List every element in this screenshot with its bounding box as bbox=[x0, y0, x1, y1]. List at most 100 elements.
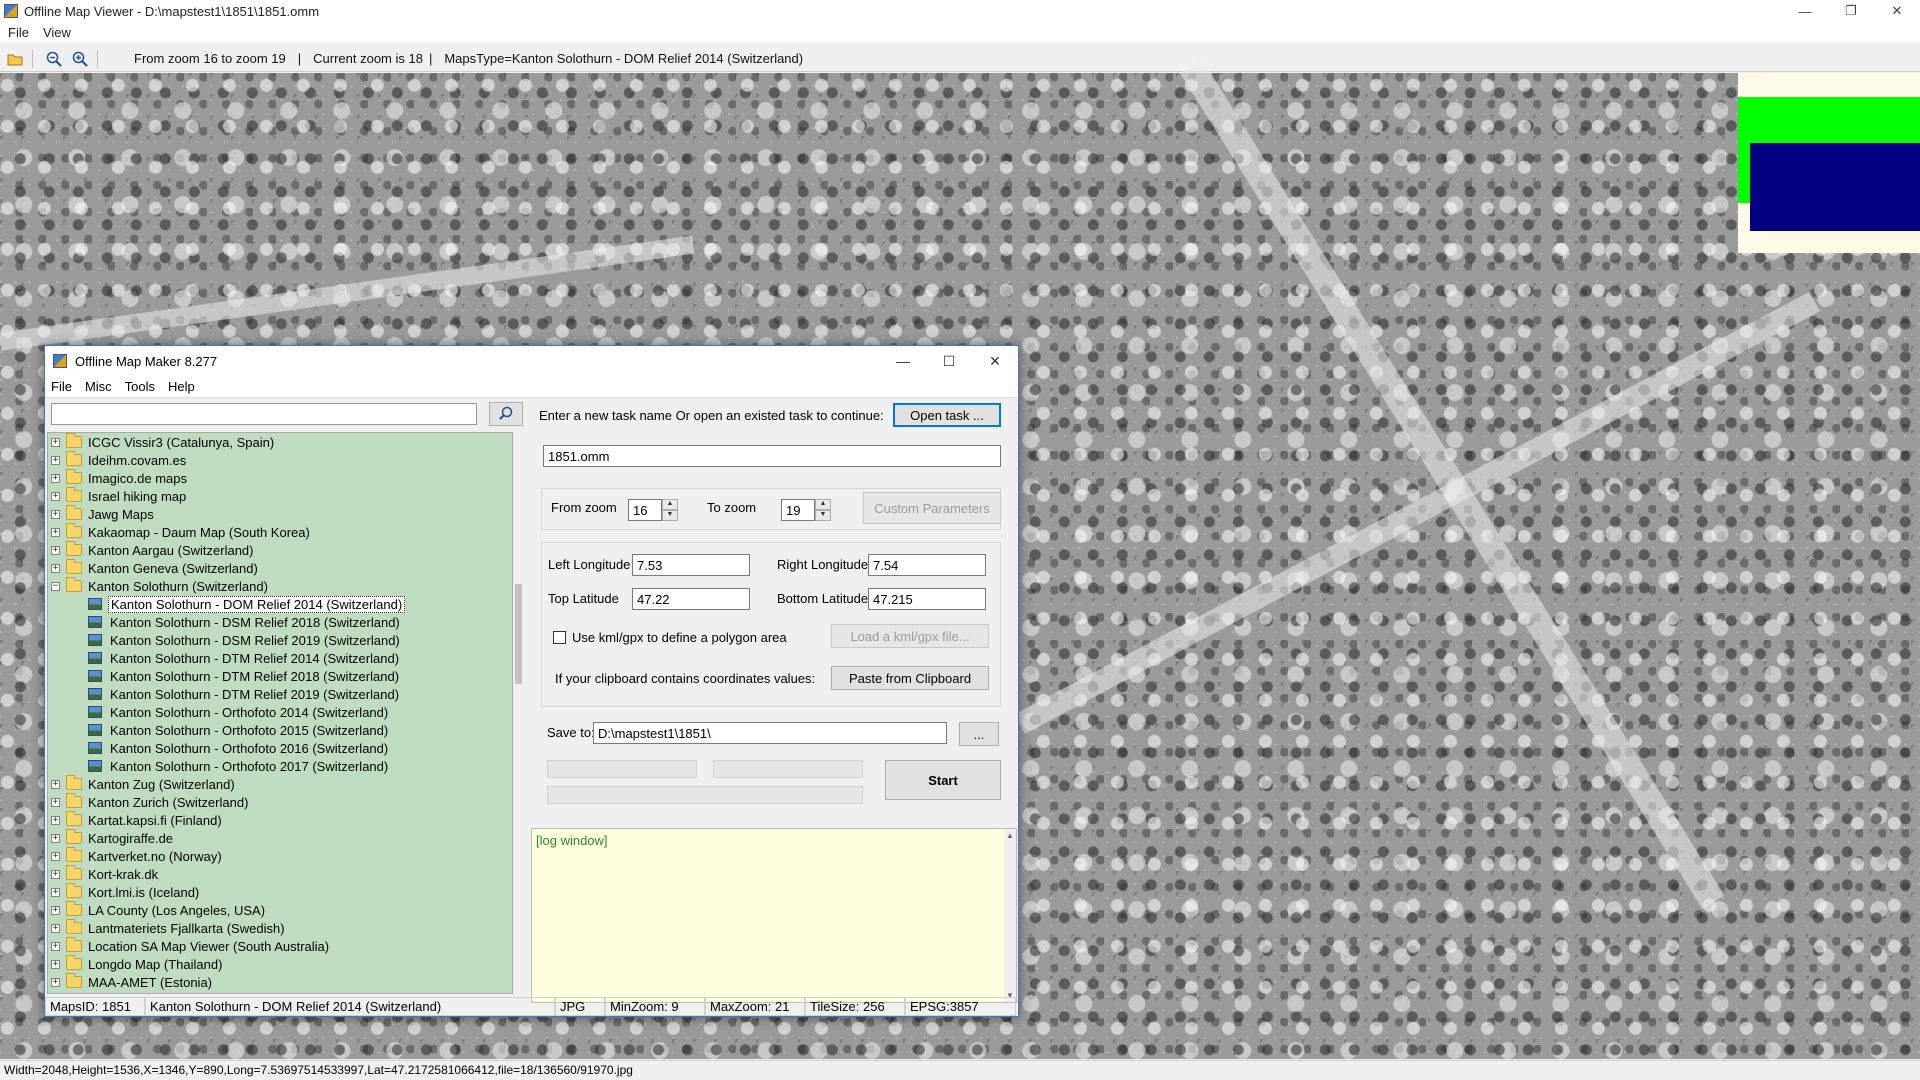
expander-icon[interactable]: + bbox=[51, 923, 60, 933]
tree-node[interactable]: + LA County (Los Angeles, USA) bbox=[48, 901, 512, 919]
task-name-input[interactable] bbox=[543, 445, 1001, 467]
spin-up-icon[interactable]: ▲ bbox=[815, 499, 831, 510]
expander-icon[interactable]: + bbox=[51, 887, 60, 897]
expander-icon[interactable]: + bbox=[51, 527, 60, 537]
maximize-icon[interactable]: ☐ bbox=[926, 346, 972, 376]
expander-icon[interactable]: + bbox=[51, 959, 60, 969]
tree-node[interactable]: + Kartverket.no (Norway) bbox=[48, 847, 512, 865]
load-kml-button[interactable]: Load a kml/gpx file... bbox=[831, 624, 989, 648]
zoom-out-icon[interactable] bbox=[43, 48, 65, 70]
open-task-button[interactable]: Open task ... bbox=[893, 403, 1001, 427]
expander-icon[interactable]: + bbox=[51, 797, 60, 807]
tree-node[interactable]: + Kort.lmi.is (Iceland) bbox=[48, 883, 512, 901]
expander-icon[interactable]: + bbox=[51, 833, 60, 843]
tree-node[interactable]: + Longdo Map (Thailand) bbox=[48, 955, 512, 973]
expander-icon[interactable]: + bbox=[51, 545, 60, 555]
scroll-up-icon[interactable]: ▲ bbox=[1006, 831, 1014, 840]
custom-parameters-button[interactable]: Custom Parameters bbox=[863, 492, 1001, 524]
log-scrollbar[interactable]: ▲ ▼ bbox=[1004, 829, 1016, 1002]
expander-icon[interactable]: + bbox=[51, 815, 60, 825]
save-to-input[interactable] bbox=[593, 722, 947, 744]
expander-icon[interactable]: + bbox=[51, 509, 60, 519]
browse-button[interactable]: ... bbox=[959, 722, 999, 746]
tree-node-label: Kartogiraffe.de bbox=[88, 830, 174, 846]
expander-icon[interactable]: + bbox=[51, 905, 60, 915]
spin-down-icon[interactable]: ▼ bbox=[815, 510, 831, 521]
minimize-icon[interactable]: — bbox=[1782, 0, 1828, 22]
tree-child-node[interactable]: Kanton Solothurn - Orthofoto 2015 (Switz… bbox=[48, 721, 512, 739]
tree-child-node[interactable]: Kanton Solothurn - Orthofoto 2014 (Switz… bbox=[48, 703, 512, 721]
tree-node[interactable]: − Kanton Solothurn (Switzerland) bbox=[48, 577, 512, 595]
close-icon[interactable]: ✕ bbox=[972, 346, 1018, 376]
dialog-title: Offline Map Maker 8.277 bbox=[75, 353, 218, 369]
tree-node[interactable]: + Lantmateriets Fjallkarta (Swedish) bbox=[48, 919, 512, 937]
tree-child-node[interactable]: Kanton Solothurn - DSM Relief 2018 (Swit… bbox=[48, 613, 512, 631]
paste-clipboard-button[interactable]: Paste from Clipboard bbox=[831, 666, 989, 690]
menu-misc[interactable]: Misc bbox=[85, 379, 112, 394]
restore-icon[interactable]: ❐ bbox=[1828, 0, 1874, 22]
tree-node[interactable]: + Kort-krak.dk bbox=[48, 865, 512, 883]
kml-polygon-checkbox[interactable] bbox=[553, 631, 566, 644]
expander-icon[interactable]: + bbox=[51, 941, 60, 951]
expander-icon[interactable]: + bbox=[51, 851, 60, 861]
expander-icon[interactable]: + bbox=[51, 437, 60, 447]
minimize-icon[interactable]: — bbox=[880, 346, 926, 376]
tree-node[interactable]: + Kakaomap - Daum Map (South Korea) bbox=[48, 523, 512, 541]
folder-icon bbox=[66, 847, 82, 862]
expander-icon[interactable]: + bbox=[51, 455, 60, 465]
tree-node[interactable]: + Jawg Maps bbox=[48, 505, 512, 523]
open-folder-icon[interactable] bbox=[4, 48, 26, 70]
tree-node[interactable]: + Location SA Map Viewer (South Australia… bbox=[48, 937, 512, 955]
tree-scrollbar[interactable] bbox=[513, 432, 524, 994]
tree-child-node[interactable]: Kanton Solothurn - Orthofoto 2017 (Switz… bbox=[48, 757, 512, 775]
expander-icon[interactable]: + bbox=[51, 491, 60, 501]
overview-minimap[interactable] bbox=[1738, 73, 1920, 253]
menu-view[interactable]: View bbox=[43, 25, 71, 40]
tree-child-node[interactable]: Kanton Solothurn - DTM Relief 2014 (Swit… bbox=[48, 649, 512, 667]
expander-icon[interactable]: + bbox=[51, 869, 60, 879]
menu-tools[interactable]: Tools bbox=[125, 379, 155, 394]
tree-child-node[interactable]: Kanton Solothurn - DSM Relief 2019 (Swit… bbox=[48, 631, 512, 649]
top-latitude-input[interactable] bbox=[632, 588, 750, 610]
left-longitude-input[interactable] bbox=[632, 554, 750, 576]
tree-node[interactable]: + Kanton Geneva (Switzerland) bbox=[48, 559, 512, 577]
scrollbar-thumb[interactable] bbox=[515, 584, 522, 684]
expander-icon[interactable]: + bbox=[51, 473, 60, 483]
bottom-latitude-input[interactable] bbox=[868, 588, 986, 610]
right-longitude-input[interactable] bbox=[868, 554, 986, 576]
tree-node[interactable]: + MAA-AMET (Estonia) bbox=[48, 973, 512, 991]
search-input[interactable] bbox=[51, 403, 477, 425]
tree-child-node[interactable]: Kanton Solothurn - Orthofoto 2016 (Switz… bbox=[48, 739, 512, 757]
spin-up-icon[interactable]: ▲ bbox=[662, 499, 678, 510]
tree-node[interactable]: + Imagico.de maps bbox=[48, 469, 512, 487]
menu-file[interactable]: File bbox=[51, 379, 72, 394]
tree-child-node[interactable]: Kanton Solothurn - DTM Relief 2019 (Swit… bbox=[48, 685, 512, 703]
to-zoom-spinner[interactable]: ▲ ▼ bbox=[815, 499, 831, 521]
tree-node[interactable]: + Kartogiraffe.de bbox=[48, 829, 512, 847]
tree-child-node[interactable]: Kanton Solothurn - DTM Relief 2018 (Swit… bbox=[48, 667, 512, 685]
tree-node[interactable]: + Kanton Zug (Switzerland) bbox=[48, 775, 512, 793]
tree-node[interactable]: + Kanton Zurich (Switzerland) bbox=[48, 793, 512, 811]
to-zoom-input[interactable] bbox=[781, 499, 815, 521]
close-icon[interactable]: ✕ bbox=[1874, 0, 1920, 22]
expander-icon[interactable]: − bbox=[51, 581, 60, 591]
search-button[interactable] bbox=[489, 402, 523, 426]
tree-node[interactable]: + ICGC Vissir3 (Catalunya, Spain) bbox=[48, 433, 512, 451]
expander-icon[interactable]: + bbox=[51, 977, 60, 987]
map-source-tree[interactable]: + ICGC Vissir3 (Catalunya, Spain) + Ideihm.… bbox=[47, 432, 513, 994]
expander-icon[interactable]: + bbox=[51, 563, 60, 573]
menu-file[interactable]: File bbox=[8, 25, 29, 40]
tree-node[interactable]: + Ideihm.covam.es bbox=[48, 451, 512, 469]
start-button[interactable]: Start bbox=[885, 760, 1001, 800]
menu-help[interactable]: Help bbox=[168, 379, 195, 394]
tree-node[interactable]: + Israel hiking map bbox=[48, 487, 512, 505]
zoom-in-icon[interactable] bbox=[69, 48, 91, 70]
log-window[interactable]: [log window] ▲ ▼ bbox=[531, 828, 1017, 1003]
tree-child-node[interactable]: Kanton Solothurn - DOM Relief 2014 (Swit… bbox=[48, 595, 512, 613]
from-zoom-input[interactable] bbox=[628, 499, 662, 521]
tree-node[interactable]: + Kartat.kapsi.fi (Finland) bbox=[48, 811, 512, 829]
tree-node[interactable]: + Kanton Aargau (Switzerland) bbox=[48, 541, 512, 559]
expander-icon[interactable]: + bbox=[51, 779, 60, 789]
spin-down-icon[interactable]: ▼ bbox=[662, 510, 678, 521]
from-zoom-spinner[interactable]: ▲ ▼ bbox=[662, 499, 678, 521]
